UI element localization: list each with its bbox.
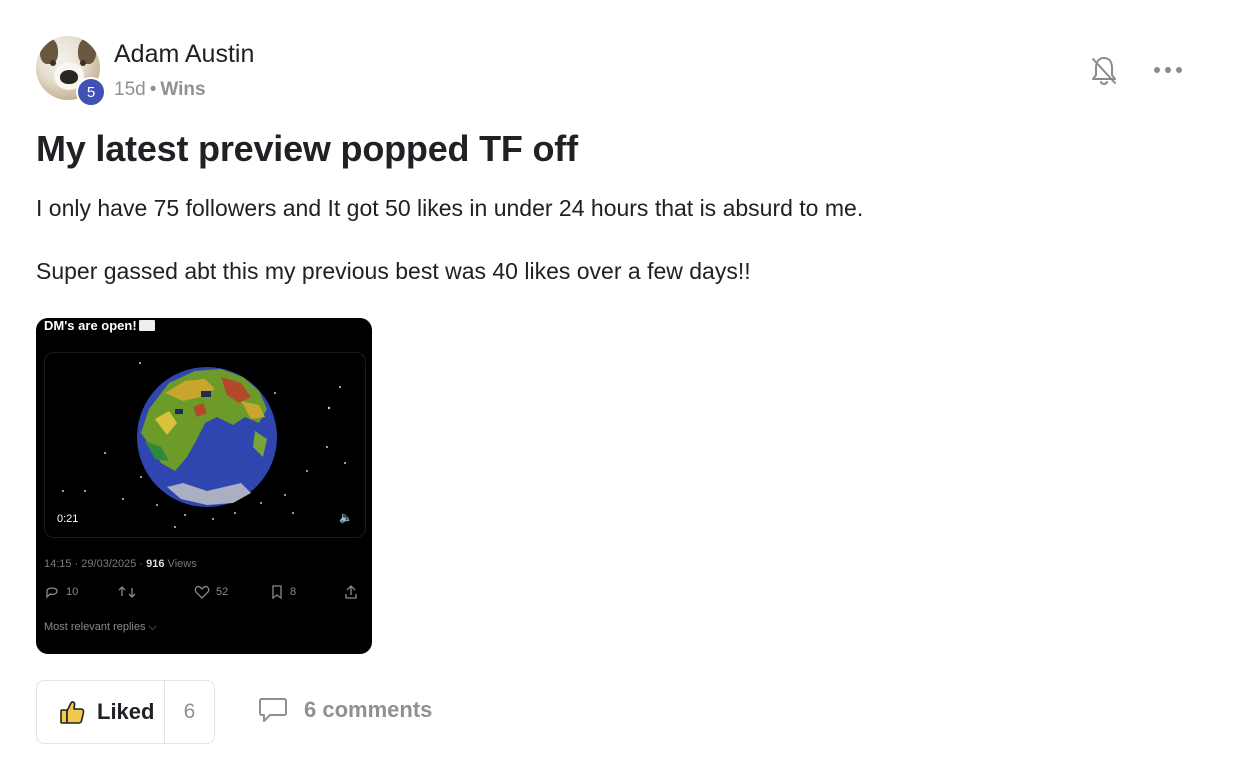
replies-count: 10: [66, 586, 79, 598]
bookmarks-count: 8: [290, 586, 297, 598]
bell-off-icon[interactable]: [1089, 54, 1119, 88]
views-label: Views: [164, 558, 197, 570]
attached-image[interactable]: DM's are open! 0:21 🔈 14:15 · 29/03/2025…: [36, 318, 372, 654]
post-title: My latest preview popped TF off: [36, 128, 578, 169]
screenshot-caption: DM's are open!: [44, 318, 155, 333]
more-horizontal-icon[interactable]: [1152, 60, 1184, 80]
bookmark-icon: [272, 585, 282, 600]
views-count: 916: [146, 558, 165, 570]
reply-icon: [46, 587, 58, 599]
heart-icon: [194, 585, 210, 599]
share-icon: [345, 585, 357, 599]
reply-action: 10: [44, 584, 78, 600]
tweet-stats: 14:15 · 29/03/2025 · 916 Views: [44, 558, 197, 570]
author-name[interactable]: Adam Austin: [114, 40, 254, 69]
tweet-actions: 10 52 8: [44, 584, 364, 604]
like-label: Liked: [97, 699, 155, 724]
video-preview: 0:21 🔈: [44, 352, 366, 538]
post-meta: 15d • Wins: [114, 79, 206, 101]
replies-sort: Most relevant replies ⌵: [44, 621, 157, 633]
comment-bubble-icon: [259, 698, 287, 722]
bookmark-action: 8: [270, 584, 296, 600]
like-action: 52: [194, 584, 228, 600]
like-toggle[interactable]: Liked: [37, 681, 165, 743]
share-action: [344, 584, 358, 600]
meta-separator: •: [149, 79, 157, 100]
comments-label: 6 comments: [304, 697, 433, 722]
level-badge: 5: [76, 77, 106, 107]
video-duration: 0:21: [57, 513, 79, 525]
thumbs-up-icon: [60, 701, 85, 724]
tweet-timestamp: 14:15 · 29/03/2025 ·: [44, 558, 147, 570]
post-body-paragraph: Super gassed abt this my previous best w…: [36, 258, 751, 284]
retweet-icon: [118, 586, 136, 598]
envelope-icon: [138, 320, 155, 331]
post-body-paragraph: I only have 75 followers and It got 50 l…: [36, 195, 864, 221]
comments-button[interactable]: 6 comments: [258, 696, 432, 724]
like-count[interactable]: 6: [165, 700, 214, 724]
mute-icon: 🔈: [339, 512, 353, 524]
post-age: 15d: [114, 79, 146, 100]
post-category[interactable]: Wins: [160, 79, 205, 100]
pixel-earth-image: [62, 362, 346, 528]
retweet-action: [118, 584, 136, 600]
like-button[interactable]: Liked 6: [36, 680, 215, 744]
likes-count: 52: [216, 586, 229, 598]
